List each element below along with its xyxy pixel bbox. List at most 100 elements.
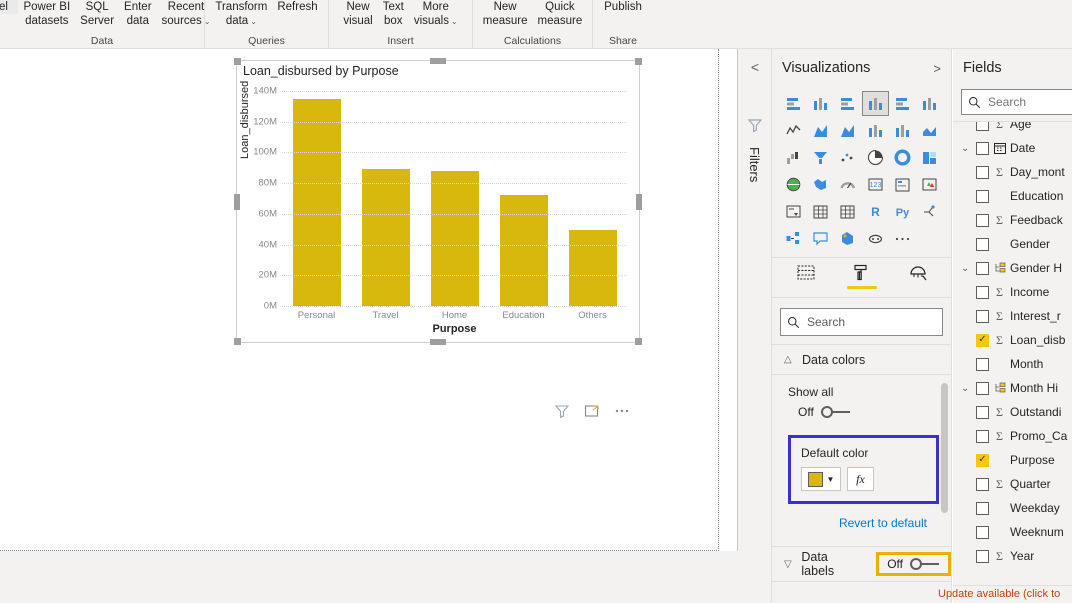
card-icon[interactable]: 123 [862,172,889,197]
new-measure-button[interactable]: Newmeasure [478,0,533,28]
field-checkbox[interactable] [976,286,989,299]
expand-pane-chevron-icon[interactable]: > [931,61,943,76]
r-script-visual-icon[interactable]: R [862,199,889,224]
resize-handle-bottom-middle[interactable] [430,339,446,345]
100-stacked-bar-chart-icon[interactable] [889,91,916,116]
field-checkbox[interactable] [976,550,989,563]
arcgis-map-icon[interactable] [834,226,861,251]
map-icon[interactable] [780,172,807,197]
revert-to-default-link[interactable]: Revert to default [788,504,939,540]
field-row-age[interactable]: ΣAge [953,121,1072,136]
field-row-quarter[interactable]: ΣQuarter [953,472,1072,496]
filters-pane-collapsed[interactable]: < Filters [738,49,772,603]
field-row-education[interactable]: Education [953,184,1072,208]
format-search-input[interactable] [807,315,927,329]
kpi-icon[interactable] [916,172,943,197]
quick-measure-button[interactable]: Quickmeasure [533,0,588,28]
field-row-loan-disb[interactable]: ✓ΣLoan_disb [953,328,1072,352]
chevron-down-icon[interactable]: ⌄ [961,263,972,274]
field-row-month[interactable]: Month [953,352,1072,376]
bar-cell[interactable] [420,91,489,306]
line-stacked-column-chart-icon[interactable] [862,118,889,143]
key-influencers-icon[interactable] [916,199,943,224]
report-canvas-area[interactable]: Loan_disbursed by Purpose Loan_disbursed… [0,49,738,603]
resize-handle-top-middle[interactable] [430,58,446,64]
field-row-feedback[interactable]: ΣFeedback [953,208,1072,232]
bar[interactable] [500,195,548,306]
field-checkbox[interactable]: ✓ [976,334,989,347]
resize-handle-top-right[interactable] [635,58,642,65]
bar-cell[interactable] [282,91,351,306]
resize-handle-bottom-left[interactable] [234,338,241,345]
bar-cell[interactable] [489,91,558,306]
field-checkbox[interactable] [976,214,989,227]
field-checkbox[interactable] [976,142,989,155]
field-checkbox[interactable] [976,190,989,203]
ribbon-chart-icon[interactable] [916,118,943,143]
chart-visual-container[interactable]: Loan_disbursed by Purpose Loan_disbursed… [236,60,640,343]
more-visuals-ellipsis-icon[interactable] [889,226,916,251]
field-row-month-hi[interactable]: ⌄Month Hi [953,376,1072,400]
bar-series[interactable] [282,91,627,306]
stacked-area-chart-icon[interactable] [834,118,861,143]
more-options-icon[interactable] [614,403,630,419]
field-row-gender-h[interactable]: ⌄Gender H [953,256,1072,280]
field-checkbox[interactable] [976,526,989,539]
scatter-chart-icon[interactable] [834,145,861,170]
field-checkbox[interactable] [976,406,989,419]
bar-cell[interactable] [558,91,627,306]
field-row-income[interactable]: ΣIncome [953,280,1072,304]
stacked-column-chart-icon[interactable] [807,91,834,116]
bar-cell[interactable] [351,91,420,306]
field-checkbox[interactable] [976,238,989,251]
chart-area[interactable]: Loan_disbursed 0M20M40M60M80M100M120M140… [237,81,641,344]
stacked-bar-chart-icon[interactable] [780,91,807,116]
python-visual-icon[interactable]: Py [889,199,916,224]
filled-map-icon[interactable] [807,172,834,197]
section-header-data-labels[interactable]: ▽ Data labels Off [772,546,951,582]
field-checkbox[interactable] [976,478,989,491]
default-color-picker-button[interactable]: ▼ [801,467,841,491]
clustered-column-chart-icon[interactable] [862,91,889,116]
filters-pane-label[interactable]: Filters [747,147,762,182]
resize-handle-right-middle[interactable] [636,194,642,210]
format-pane-tabs[interactable] [772,258,951,298]
text-box-button[interactable]: Textbox [378,0,409,28]
field-checkbox[interactable] [976,358,989,371]
resize-handle-bottom-right[interactable] [635,338,642,345]
conditional-formatting-fx-button[interactable]: fx [847,467,874,491]
table-icon[interactable] [807,199,834,224]
field-row-year[interactable]: ΣYear [953,544,1072,568]
field-checkbox[interactable] [976,121,989,131]
area-chart-icon[interactable] [807,118,834,143]
pie-chart-icon[interactable] [862,145,889,170]
waterfall-chart-icon[interactable] [780,145,807,170]
treemap-icon[interactable] [916,145,943,170]
field-row-date[interactable]: ⌄Date [953,136,1072,160]
field-checkbox[interactable] [976,310,989,323]
bar[interactable] [431,171,479,306]
power-bi-datasets-button[interactable]: Power BIdatasets [18,0,75,28]
field-row-day-mont[interactable]: ΣDay_mont [953,160,1072,184]
field-checkbox[interactable] [976,262,989,275]
data-labels-toggle[interactable] [910,558,940,570]
more-visuals-button[interactable]: Morevisuals⌄ [409,0,463,29]
filter-icon[interactable] [554,403,570,419]
field-row-gender[interactable]: Gender [953,232,1072,256]
field-row-weekday[interactable]: Weekday [953,496,1072,520]
field-row-interest-r[interactable]: ΣInterest_r [953,304,1072,328]
line-chart-icon[interactable] [780,118,807,143]
visual-type-gallery[interactable]: 123RPy [772,87,951,258]
gauge-icon[interactable] [834,172,861,197]
filter-funnel-icon[interactable] [747,117,763,133]
collapse-filters-chevron-icon[interactable]: < [747,59,763,75]
bar[interactable] [569,230,617,306]
fields-search-input[interactable] [988,95,1070,109]
field-checkbox[interactable] [976,430,989,443]
decomposition-tree-icon[interactable] [780,226,807,251]
format-search-box[interactable] [780,308,943,336]
show-all-toggle-row[interactable]: Off [798,405,939,419]
multi-row-card-icon[interactable] [889,172,916,197]
chevron-down-icon[interactable]: ⌄ [961,383,972,394]
field-checkbox[interactable] [976,502,989,515]
